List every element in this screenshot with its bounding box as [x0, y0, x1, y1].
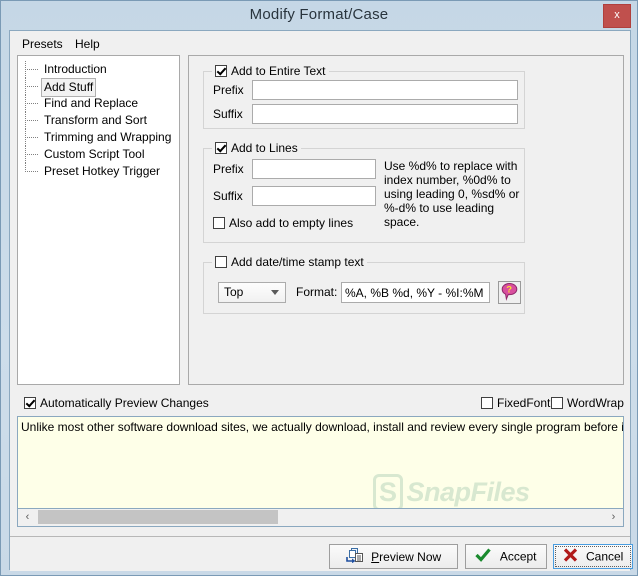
- group-label: Add date/time stamp text: [231, 255, 364, 269]
- date-stamp-toggle[interactable]: Add date/time stamp text: [212, 254, 367, 270]
- close-icon[interactable]: x: [603, 4, 631, 28]
- menu-bar: Presets Help: [10, 31, 630, 55]
- client-area: Presets Help Introduction Add Stuff Find…: [9, 30, 633, 571]
- group-label: Add to Entire Text: [231, 64, 326, 78]
- svg-text:?: ?: [506, 285, 512, 296]
- date-format-label: Format:: [296, 285, 338, 299]
- window-title: Modify Format/Case: [249, 6, 389, 23]
- wordwrap-label: WordWrap: [567, 396, 624, 410]
- entire-prefix-input[interactable]: [252, 80, 518, 100]
- date-position-select[interactable]: Top: [218, 282, 286, 303]
- lines-prefix-label: Prefix: [213, 162, 244, 176]
- accept-button[interactable]: Accept: [465, 544, 547, 569]
- close-x-icon: [563, 548, 581, 565]
- group-date-time-stamp: Add date/time stamp text Top Format: ?: [203, 254, 525, 314]
- title-bar: Modify Format/Case x: [1, 1, 637, 30]
- wordwrap-toggle[interactable]: WordWrap: [551, 396, 624, 410]
- also-add-empty-lines-checkbox[interactable]: [213, 217, 225, 229]
- settings-panel: Add to Entire Text Prefix Suffix Add to …: [188, 55, 624, 385]
- question-bubble-icon[interactable]: ?: [498, 281, 521, 304]
- cancel-button[interactable]: Cancel: [553, 544, 633, 569]
- accept-label: Accept: [499, 549, 537, 564]
- preview-text-area[interactable]: Unlike most other software download site…: [17, 416, 624, 509]
- automatically-preview-changes-toggle[interactable]: Automatically Preview Changes: [24, 396, 209, 410]
- sidebar-item-preset-hotkey-trigger[interactable]: Preset Hotkey Trigger: [18, 163, 179, 180]
- date-format-input[interactable]: [341, 282, 490, 303]
- entire-suffix-label: Suffix: [213, 107, 243, 121]
- preview-now-button[interactable]: Preview Now: [329, 544, 458, 569]
- sidebar-item-label: Preset Hotkey Trigger: [44, 164, 161, 178]
- also-add-empty-lines-label: Also add to empty lines: [229, 216, 354, 230]
- cancel-label: Cancel: [585, 549, 624, 564]
- scroll-right-icon[interactable]: ›: [605, 509, 622, 525]
- sidebar-item-label: Find and Replace: [44, 96, 139, 110]
- tree-dash: [25, 154, 38, 155]
- add-to-entire-text-toggle[interactable]: Add to Entire Text: [212, 63, 329, 79]
- lines-suffix-label: Suffix: [213, 189, 243, 203]
- lines-prefix-input[interactable]: [252, 159, 376, 179]
- lines-suffix-input[interactable]: [252, 186, 376, 206]
- scrollbar-thumb[interactable]: [38, 510, 278, 524]
- group-add-to-lines: Add to Lines Prefix Suffix Use %d% to re…: [203, 140, 525, 243]
- tree-dash: [25, 137, 38, 138]
- tree-dash: [25, 69, 38, 70]
- preview-options-bar: Automatically Preview Changes FixedFont …: [10, 393, 630, 416]
- entire-prefix-label: Prefix: [213, 83, 244, 97]
- entire-suffix-input[interactable]: [252, 104, 518, 124]
- preview-text-content: Unlike most other software download site…: [21, 420, 624, 434]
- sidebar-item-label: Trimming and Wrapping: [44, 130, 172, 144]
- chevron-down-icon: [271, 290, 279, 295]
- question-bubble-glyph: ?: [501, 282, 518, 301]
- menu-item-help[interactable]: Help: [69, 35, 106, 53]
- tree-dash: [25, 171, 38, 172]
- preview-horizontal-scrollbar[interactable]: ‹ ›: [17, 509, 624, 527]
- dialog-window: Modify Format/Case x Presets Help Introd…: [0, 0, 638, 576]
- preview-now-rest: review Now: [379, 549, 442, 564]
- tree-dash: [25, 103, 38, 104]
- automatically-preview-changes-label: Automatically Preview Changes: [40, 396, 209, 410]
- fixedfont-checkbox[interactable]: [481, 397, 493, 409]
- sidebar-item-trimming-and-wrapping[interactable]: Trimming and Wrapping: [18, 129, 179, 146]
- snapfiles-watermark: S SnapFiles: [373, 474, 531, 508]
- preview-now-accel: P: [371, 549, 380, 564]
- add-to-lines-checkbox[interactable]: [215, 142, 227, 154]
- group-label: Add to Lines: [231, 141, 298, 155]
- sidebar-item-label: Custom Script Tool: [44, 147, 145, 161]
- check-icon: [475, 548, 494, 565]
- date-stamp-checkbox[interactable]: [215, 256, 227, 268]
- tree-dash: [25, 86, 38, 87]
- dialog-button-bar: Preview Now Accept Cancel: [10, 536, 633, 571]
- scroll-left-icon[interactable]: ‹: [19, 509, 36, 525]
- watermark-mark: S: [373, 474, 403, 508]
- menu-item-presets[interactable]: Presets: [16, 35, 69, 53]
- wordwrap-checkbox[interactable]: [551, 397, 563, 409]
- sidebar-item-custom-script-tool[interactable]: Custom Script Tool: [18, 146, 179, 163]
- date-position-value: Top: [224, 285, 244, 299]
- automatically-preview-changes-checkbox[interactable]: [24, 397, 36, 409]
- sidebar-item-introduction[interactable]: Introduction: [18, 61, 179, 78]
- lines-hint-text: Use %d% to replace with index number, %0…: [384, 159, 520, 229]
- sidebar-item-add-stuff[interactable]: Add Stuff: [18, 78, 179, 97]
- sidebar-item-find-and-replace[interactable]: Find and Replace: [18, 95, 179, 112]
- group-add-to-entire-text: Add to Entire Text Prefix Suffix: [203, 63, 525, 129]
- also-add-empty-lines-toggle[interactable]: Also add to empty lines: [213, 216, 353, 230]
- navigation-tree[interactable]: Introduction Add Stuff Find and Replace …: [17, 55, 180, 385]
- copy-to-document-icon: [346, 547, 366, 566]
- add-to-entire-text-checkbox[interactable]: [215, 65, 227, 77]
- tree-dash: [25, 120, 38, 121]
- sidebar-item-label: Transform and Sort: [44, 113, 147, 127]
- sidebar-item-label: Introduction: [44, 62, 107, 76]
- preview-now-label: Preview Now: [371, 550, 441, 564]
- fixedfont-label: FixedFont: [497, 396, 551, 410]
- add-to-lines-toggle[interactable]: Add to Lines: [212, 140, 301, 156]
- sidebar-item-transform-and-sort[interactable]: Transform and Sort: [18, 112, 179, 129]
- watermark-text: SnapFiles: [406, 477, 531, 507]
- fixedfont-toggle[interactable]: FixedFont: [481, 396, 550, 410]
